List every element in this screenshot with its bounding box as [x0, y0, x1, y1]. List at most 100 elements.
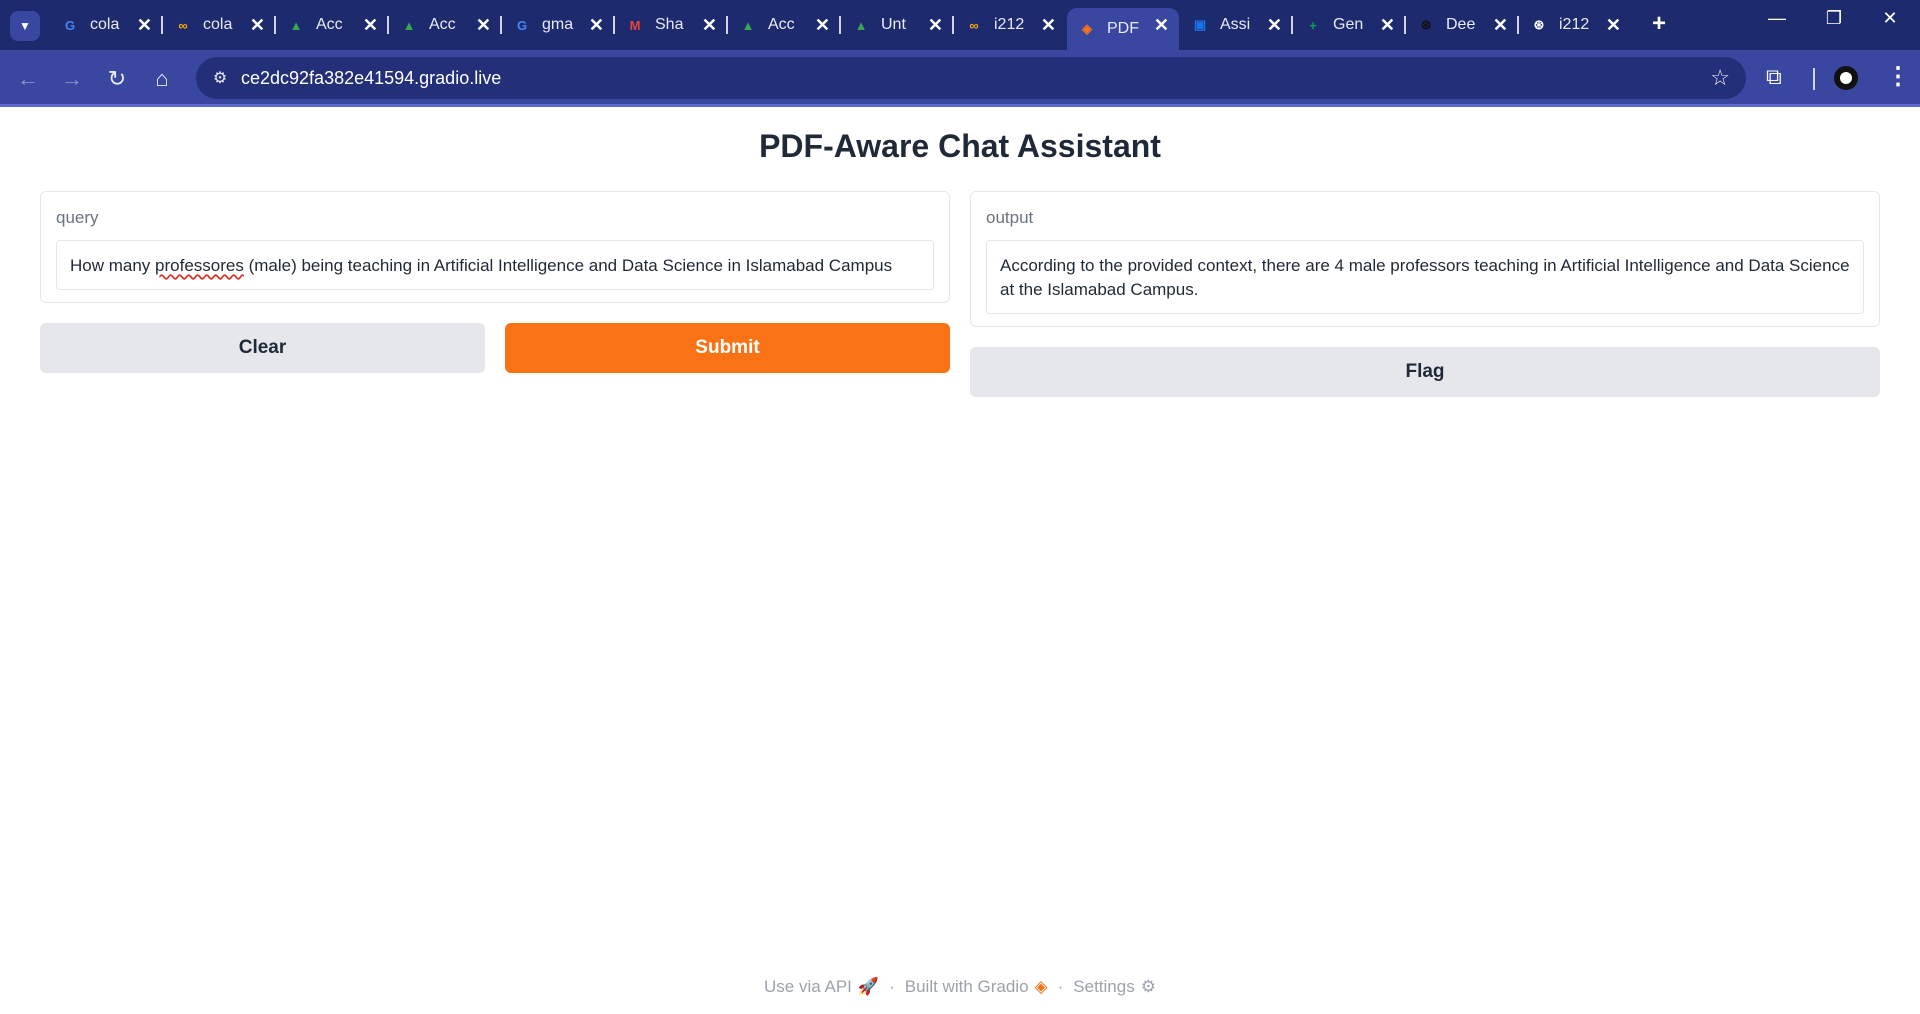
tab-separator [387, 16, 389, 34]
tab-close-icon[interactable]: ✕ [1380, 15, 1395, 36]
chevron-down-icon: ▼ [19, 19, 31, 33]
window-close-button[interactable]: ✕ [1870, 8, 1910, 29]
tab-title: Acc [316, 16, 343, 33]
home-button[interactable]: ⌂ [146, 63, 178, 95]
google-icon: G [64, 17, 76, 33]
tab-separator [500, 16, 502, 34]
browser-tab[interactable]: ▲ Unt ✕ [841, 8, 953, 42]
forward-button[interactable]: → [56, 63, 88, 95]
back-button[interactable]: ← [12, 63, 44, 95]
tab-close-icon[interactable]: ✕ [137, 15, 152, 36]
tab-separator [161, 16, 163, 34]
tab-close-icon[interactable]: ✕ [1154, 15, 1169, 36]
tab-separator [1517, 16, 1519, 34]
tab-title: gma [542, 16, 574, 33]
query-label: query [56, 208, 99, 227]
google-sheets-icon: + [1309, 17, 1317, 33]
browser-tab[interactable]: ∞ i212 ✕ [954, 8, 1066, 42]
tab-close-icon[interactable]: ✕ [476, 15, 491, 36]
colab-icon: ∞ [178, 17, 188, 33]
tab-separator [952, 16, 954, 34]
built-with-gradio-link[interactable]: Built with Gradio ◈ [905, 977, 1048, 996]
tab-separator [726, 16, 728, 34]
google-drive-icon: ▲ [741, 17, 755, 33]
query-text-start: How many [70, 256, 156, 275]
arrow-left-icon: ← [17, 66, 39, 91]
tab-close-icon[interactable]: ✕ [1493, 15, 1508, 36]
google-drive-icon: ▲ [289, 17, 303, 33]
output-panel: output According to the provided context… [970, 191, 1880, 327]
browser-tab[interactable]: + Gen ✕ [1293, 8, 1405, 42]
toolbar-divider [1813, 68, 1815, 90]
tab-title: cola [203, 16, 233, 33]
reload-icon: ↻ [107, 66, 127, 91]
query-text-end: (male) being teaching in Artificial Inte… [243, 256, 893, 275]
use-via-api-link[interactable]: Use via API 🚀 [764, 977, 879, 996]
query-panel: query How many professores (male) being … [40, 191, 950, 303]
tab-close-icon[interactable]: ✕ [250, 15, 265, 36]
openai-icon: ⊛ [1420, 17, 1432, 32]
tab-separator [1404, 16, 1406, 34]
browser-tab[interactable]: ◈ PDF ✕ [1067, 8, 1179, 50]
browser-tab[interactable]: ▲ Acc ✕ [728, 8, 840, 42]
browser-tab[interactable]: ⊛ Dee ✕ [1406, 8, 1518, 42]
tab-close-icon[interactable]: ✕ [363, 15, 378, 36]
google-drive-icon: ▲ [854, 17, 868, 33]
settings-label: Settings [1073, 977, 1135, 996]
site-info-icon[interactable]: ⚙ [208, 66, 232, 90]
browser-tab[interactable]: ∞ cola ✕ [163, 8, 275, 42]
clear-button[interactable]: Clear [40, 323, 485, 373]
page-title: PDF-Aware Chat Assistant [759, 128, 1161, 164]
arrow-right-icon: → [61, 66, 83, 91]
restore-button[interactable]: ❐ [1814, 8, 1854, 29]
minimize-button[interactable]: — [1757, 8, 1797, 29]
tab-title: Acc [429, 16, 456, 33]
google-drive-icon: ▲ [402, 17, 416, 33]
tab-close-icon[interactable]: ✕ [1606, 15, 1621, 36]
new-tab-button[interactable]: + [1652, 10, 1666, 38]
tab-title: Gen [1333, 16, 1364, 33]
query-text-misspelled: professores [155, 256, 244, 275]
browser-tab[interactable]: ▲ Acc ✕ [389, 8, 501, 42]
tab-close-icon[interactable]: ✕ [1267, 15, 1282, 36]
footer: Use via API 🚀 · Built with Gradio ◈ · Settings… [0, 977, 1920, 997]
gradio-logo-icon: ◈ [1034, 977, 1048, 996]
flag-button[interactable]: Flag [970, 347, 1880, 397]
browser-tab[interactable]: ▣ Assi ✕ [1180, 8, 1292, 42]
url-text[interactable]: ce2dc92fa382e41594.gradio.live [241, 68, 501, 89]
contacts-icon: ▣ [1193, 17, 1207, 32]
bookmark-star-icon[interactable]: ☆ [1710, 65, 1730, 91]
tab-close-icon[interactable]: ✕ [589, 15, 604, 36]
tab-title: PDF [1107, 20, 1139, 37]
browser-tab[interactable]: M Sha ✕ [615, 8, 727, 42]
browser-tab[interactable]: ▲ Acc ✕ [276, 8, 388, 42]
browser-menu-icon[interactable]: ⋮ [1886, 62, 1910, 91]
output-textbox[interactable]: According to the provided context, there… [986, 240, 1864, 314]
browser-tab[interactable]: ⊛ i212 ✕ [1519, 8, 1631, 42]
profile-avatar[interactable] [1834, 66, 1858, 90]
footer-separator: · [889, 977, 895, 996]
extensions-icon[interactable]: ⧉ [1766, 64, 1782, 90]
tab-close-icon[interactable]: ✕ [702, 15, 717, 36]
submit-button[interactable]: Submit [505, 323, 950, 373]
tab-title: Acc [768, 16, 795, 33]
tab-close-icon[interactable]: ✕ [1041, 15, 1056, 36]
tab-title: cola [90, 16, 120, 33]
home-icon: ⌂ [155, 66, 169, 91]
browser-tab[interactable]: Ggma ✕ [502, 8, 614, 42]
query-input[interactable]: How many professores (male) being teachi… [56, 240, 934, 290]
tab-close-icon[interactable]: ✕ [815, 15, 830, 36]
reload-button[interactable]: ↻ [101, 63, 133, 95]
address-bar[interactable]: ⚙ ce2dc92fa382e41594.gradio.live ☆ [196, 57, 1746, 99]
tab-close-icon[interactable]: ✕ [928, 15, 943, 36]
footer-separator: · [1057, 977, 1064, 996]
use-via-api-label: Use via API [764, 977, 852, 996]
settings-link[interactable]: Settings ⚙ [1073, 977, 1156, 996]
gear-icon: ⚙ [1140, 977, 1156, 996]
browser-tab[interactable]: Gcola ✕ [50, 8, 162, 42]
tab-title: Unt [881, 16, 906, 33]
colab-icon: ∞ [969, 17, 979, 33]
tab-search-button[interactable]: ▼ [10, 11, 40, 41]
rocket-icon: 🚀 [857, 977, 880, 996]
output-label: output [986, 208, 1034, 227]
